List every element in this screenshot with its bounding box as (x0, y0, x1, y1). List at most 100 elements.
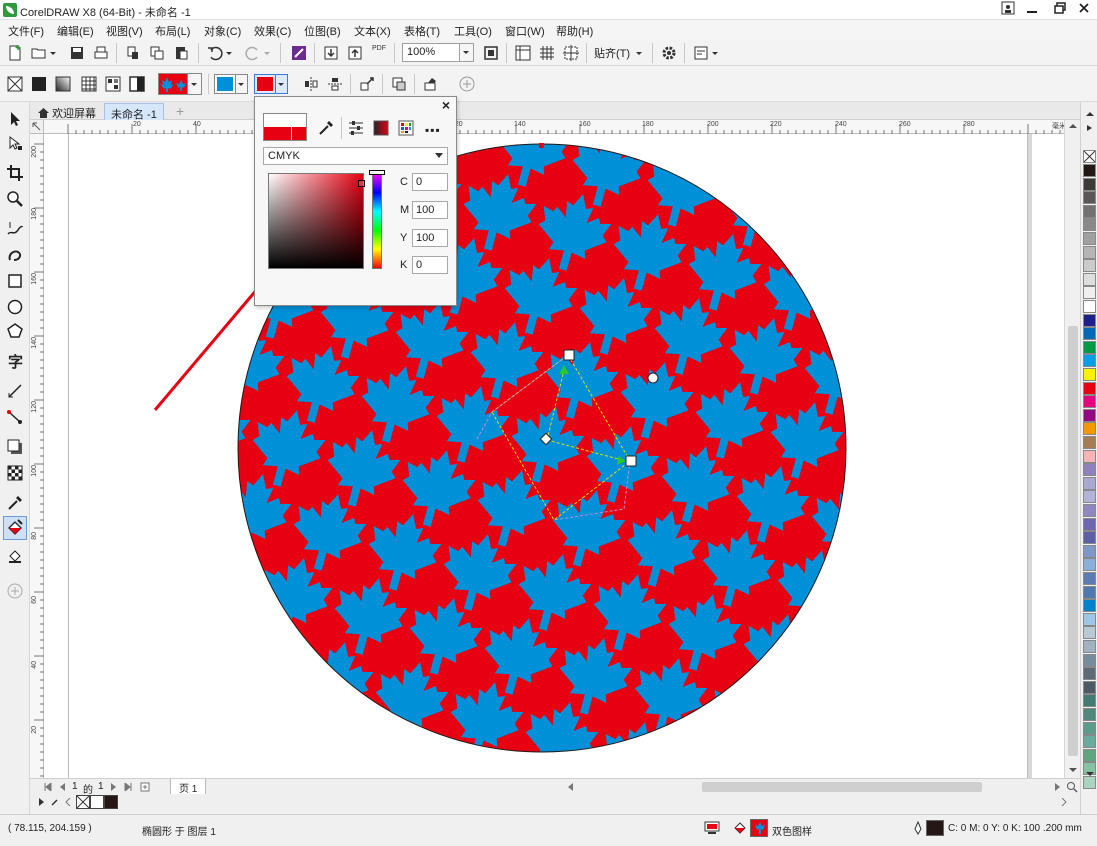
color-model-select[interactable]: CMYK (263, 147, 448, 165)
doc-no-color-swatch[interactable] (76, 795, 90, 809)
palette-swatch[interactable] (1083, 612, 1096, 626)
color-field-marker[interactable] (358, 180, 365, 187)
ellipse-tool-icon[interactable] (6, 298, 24, 316)
vertical-ruler[interactable]: 200 180 160 140 120 100 80 60 40 20 (30, 134, 44, 778)
pattern-height-handle[interactable] (563, 349, 575, 361)
black-input[interactable]: 0 (412, 256, 448, 274)
pattern-preview-button[interactable] (158, 73, 188, 95)
more-options-icon[interactable]: ▪▪▪ (425, 123, 441, 137)
palette-swatch[interactable] (1083, 436, 1096, 449)
uniform-fill-icon[interactable] (30, 75, 48, 93)
new-tab-button[interactable]: + (170, 103, 190, 120)
color-proof-icon[interactable] (704, 821, 720, 835)
palette-swatch[interactable] (1083, 694, 1096, 708)
palette-swatch[interactable] (1083, 490, 1096, 504)
foreground-color-dropdown[interactable] (236, 74, 248, 94)
vector-pattern-fill-icon[interactable] (80, 75, 98, 93)
import-icon[interactable] (322, 44, 340, 62)
fill-preview-swatch[interactable] (750, 819, 768, 837)
interactive-fill-tool-button[interactable] (3, 516, 27, 540)
add-page-icon[interactable] (140, 782, 150, 792)
zoom-level-input[interactable]: 100% (402, 43, 460, 62)
copy-icon[interactable] (148, 44, 166, 62)
palette-swatch[interactable] (1083, 164, 1096, 177)
palette-swatch[interactable] (1083, 204, 1096, 218)
menu-help[interactable]: 帮助(H) (556, 23, 593, 39)
zoom-dropdown-button[interactable] (460, 43, 474, 62)
menu-text[interactable]: 文本(X) (354, 23, 391, 39)
scroll-left-icon[interactable] (566, 783, 574, 791)
close-icon[interactable] (1072, 1, 1096, 19)
full-screen-icon[interactable] (482, 44, 500, 62)
foreground-color-button[interactable] (214, 74, 236, 94)
palette-flyout-icon[interactable] (1085, 124, 1095, 132)
edit-fill-icon[interactable] (422, 75, 440, 93)
publish-pdf-button[interactable]: PDF (372, 45, 386, 52)
palette-swatch[interactable] (1083, 232, 1096, 245)
doc-palette-eyedropper-icon[interactable] (50, 797, 60, 807)
scroll-up-icon[interactable] (1068, 122, 1078, 130)
shape-tool-icon[interactable] (6, 134, 24, 152)
two-color-pattern-fill-icon[interactable] (128, 75, 146, 93)
minimize-icon[interactable] (1020, 1, 1044, 19)
ruler-origin[interactable] (30, 120, 44, 134)
palette-swatch[interactable] (1083, 368, 1096, 381)
palette-swatch[interactable] (1083, 476, 1096, 490)
cyan-input[interactable]: 0 (412, 173, 448, 191)
background-color-button[interactable] (254, 74, 276, 94)
palette-swatch[interactable] (1083, 708, 1096, 721)
palette-swatch[interactable] (1083, 626, 1096, 640)
export-icon[interactable] (346, 44, 364, 62)
cut-icon[interactable] (124, 44, 142, 62)
doc-palette-flyout-icon[interactable] (38, 798, 46, 806)
fountain-fill-icon[interactable] (54, 75, 72, 93)
doc-palette-scroll-right-icon[interactable] (1060, 798, 1068, 806)
show-rulers-icon[interactable] (514, 44, 532, 62)
rectangle-tool-icon[interactable] (6, 272, 24, 290)
palette-swatch[interactable] (1083, 286, 1096, 300)
close-popup-icon[interactable]: × (442, 97, 450, 113)
pick-tool-icon[interactable] (6, 110, 24, 128)
palette-swatch[interactable] (1083, 680, 1096, 694)
palette-swatch[interactable] (1083, 218, 1096, 232)
color-viewer-icon[interactable] (372, 119, 390, 137)
open-folder-icon[interactable] (30, 44, 48, 62)
doc-palette-scroll-left-icon[interactable] (64, 798, 72, 806)
magenta-input[interactable]: 100 (412, 201, 448, 219)
vertical-scroll-thumb[interactable] (1068, 326, 1078, 756)
palette-swatch[interactable] (1083, 544, 1096, 558)
add-toolbar-icon[interactable] (458, 75, 476, 93)
transform-with-object-icon[interactable] (358, 75, 376, 93)
palette-swatch[interactable] (1083, 395, 1096, 409)
outline-color-swatch[interactable] (926, 820, 944, 836)
bitmap-pattern-fill-icon[interactable] (104, 75, 122, 93)
palette-swatch[interactable] (1083, 748, 1096, 762)
open-dropdown-icon[interactable] (48, 44, 58, 62)
show-guidelines-icon[interactable] (562, 44, 580, 62)
palette-swatch[interactable] (1083, 191, 1096, 205)
palette-swatch[interactable] (1083, 572, 1096, 585)
outline-pen-icon[interactable] (912, 821, 924, 835)
snap-dropdown-icon[interactable] (634, 44, 644, 62)
palette-scroll-up-icon[interactable] (1085, 110, 1095, 118)
menu-window[interactable]: 窗口(W) (505, 23, 545, 39)
menu-file[interactable]: 文件(F) (8, 23, 44, 39)
print-icon[interactable] (92, 44, 110, 62)
palette-swatch[interactable] (1083, 449, 1096, 463)
menu-layout[interactable]: 布局(L) (155, 23, 190, 39)
help-icon[interactable] (996, 1, 1020, 19)
search-content-icon[interactable] (290, 44, 308, 62)
tab-welcome-screen[interactable]: 欢迎屏幕 (32, 103, 102, 120)
color-palettes-icon[interactable] (397, 119, 415, 137)
color-picker-popup[interactable]: × ▪▪▪ CMYK C 0 M 100 Y 100 K 0 (254, 96, 457, 306)
zoom-navigator-icon[interactable] (1066, 781, 1078, 793)
hue-slider[interactable] (372, 173, 382, 269)
launcher-dropdown-icon[interactable] (710, 44, 720, 62)
palette-swatch[interactable] (1083, 517, 1096, 531)
palette-swatch[interactable] (1083, 640, 1096, 653)
restore-icon[interactable] (1048, 1, 1072, 19)
menu-edit[interactable]: 编辑(E) (57, 23, 94, 39)
copy-fill-icon[interactable] (390, 75, 408, 93)
save-icon[interactable] (68, 44, 86, 62)
mirror-horizontal-icon[interactable] (302, 75, 320, 93)
